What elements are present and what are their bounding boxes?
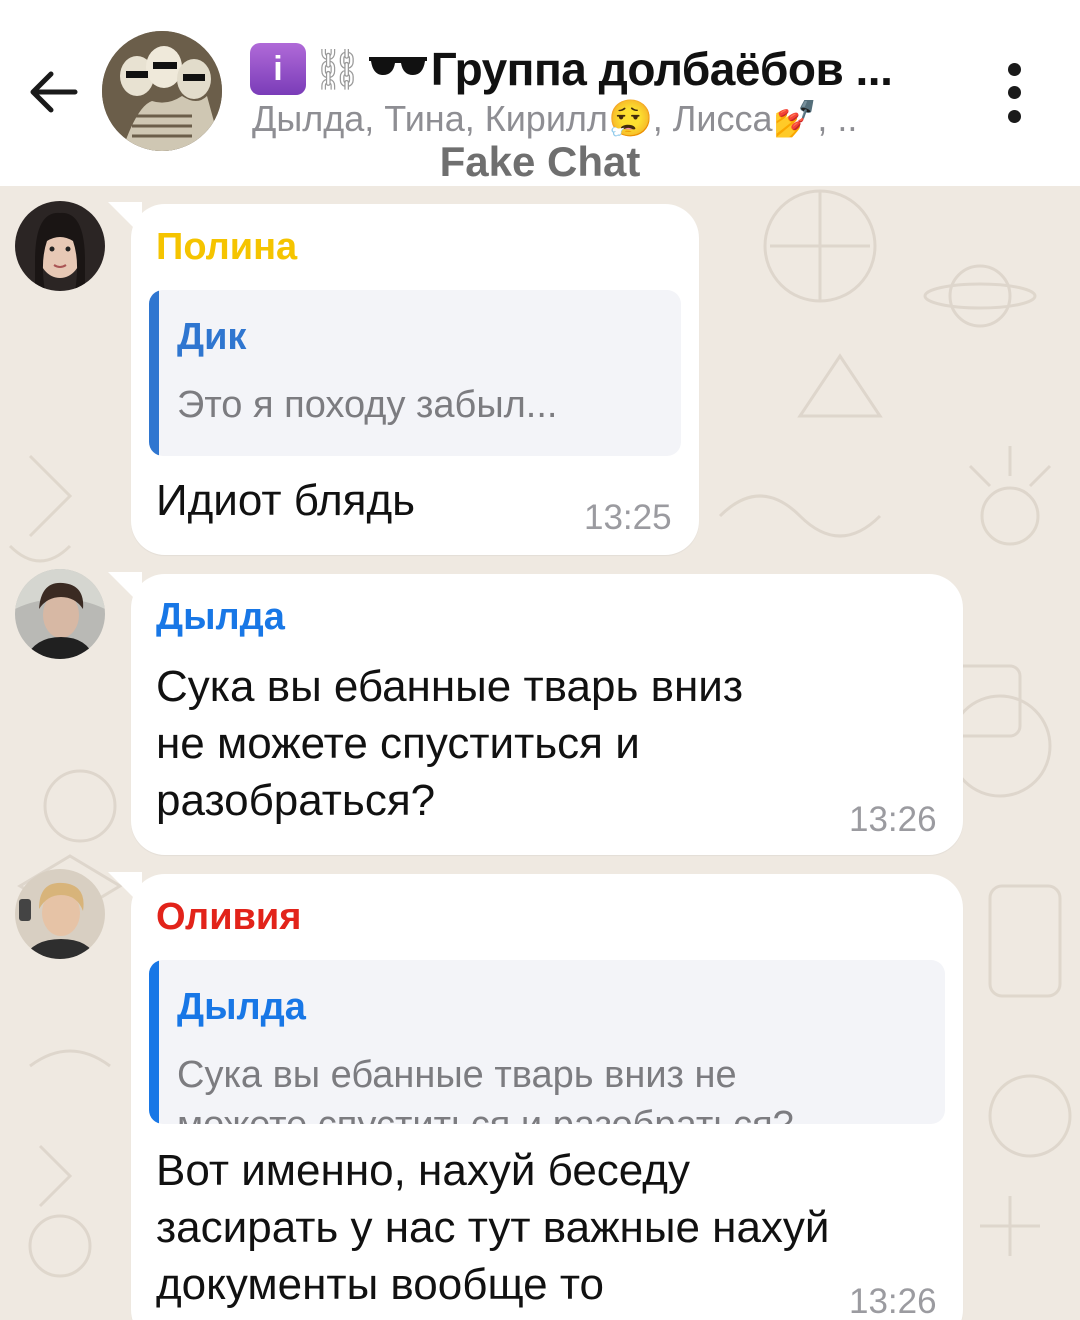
avatar-dylda[interactable] [15, 569, 105, 659]
group-avatar[interactable] [102, 31, 222, 151]
reply-quote[interactable]: Дылда Сука вы ебанные тварь вниз не може… [149, 960, 945, 1124]
message-line: не можете спуститься и [156, 719, 640, 768]
reply-text-overflow: можете спуститься и разобраться? [177, 1104, 794, 1124]
message-line: разобраться? [156, 776, 436, 825]
more-vertical-icon [1007, 63, 1021, 77]
message-time: 13:26 [849, 1282, 937, 1320]
reply-bar [149, 290, 159, 456]
sunglasses-emoji-icon [367, 48, 429, 90]
back-button[interactable] [22, 60, 82, 124]
message-bubble[interactable]: Дылда Сука вы ебанные тварь вниз не може… [131, 574, 963, 855]
reply-text: Это я походу забыл... [177, 384, 558, 426]
message-line: Сука вы ебанные тварь вниз [156, 662, 744, 711]
reply-sender: Дик [177, 316, 247, 358]
message-text: Идиот блядь [156, 476, 416, 525]
message-line: Вот именно, нахуй беседу [156, 1146, 690, 1195]
message-time: 13:26 [849, 800, 937, 839]
reply-quote[interactable]: Дик Это я походу забыл... [149, 290, 681, 456]
message-line: документы вообще то [156, 1260, 604, 1309]
message-time: 13:25 [584, 498, 672, 537]
chains-emoji-icon: ⛓ [312, 47, 363, 92]
group-name: Группа долбаёбов ... [430, 43, 893, 95]
info-emoji-icon: i [250, 43, 306, 95]
watermark-subtitle: Fake Chat [439, 138, 641, 185]
skeletons-image [102, 31, 222, 151]
message-text: Вот именно, нахуй беседу засирать у нас … [156, 1142, 830, 1313]
reply-bar [149, 960, 159, 1124]
arrow-left-icon [30, 71, 78, 113]
chat-title[interactable]: i ⛓ Группа долбаёбов ... [250, 38, 930, 100]
message-line: засирать у нас тут важные нахуй [156, 1203, 830, 1252]
avatar-olivia[interactable] [15, 869, 105, 959]
sender-name: Полина [156, 226, 298, 268]
avatar-polina[interactable] [15, 201, 105, 291]
reply-sender: Дылда [177, 986, 306, 1028]
message-text: Сука вы ебанные тварь вниз не можете спу… [156, 658, 743, 829]
message-bubble[interactable]: Полина Дик Это я походу забыл... Идиот б… [131, 204, 699, 555]
sender-name: Дылда [156, 596, 285, 638]
sender-name: Оливия [156, 896, 302, 938]
message-bubble[interactable]: Оливия Дылда Сука вы ебанные тварь вниз … [131, 874, 963, 1320]
chat-header: i ⛓ Группа долбаёбов ... Дылда, Тина, Ки… [0, 0, 1080, 186]
more-menu-button[interactable] [990, 58, 1038, 128]
reply-text: Сука вы ебанные тварь вниз не [177, 1054, 737, 1096]
chat-screen: i ⛓ Группа долбаёбов ... Дылда, Тина, Ки… [0, 0, 1080, 1320]
